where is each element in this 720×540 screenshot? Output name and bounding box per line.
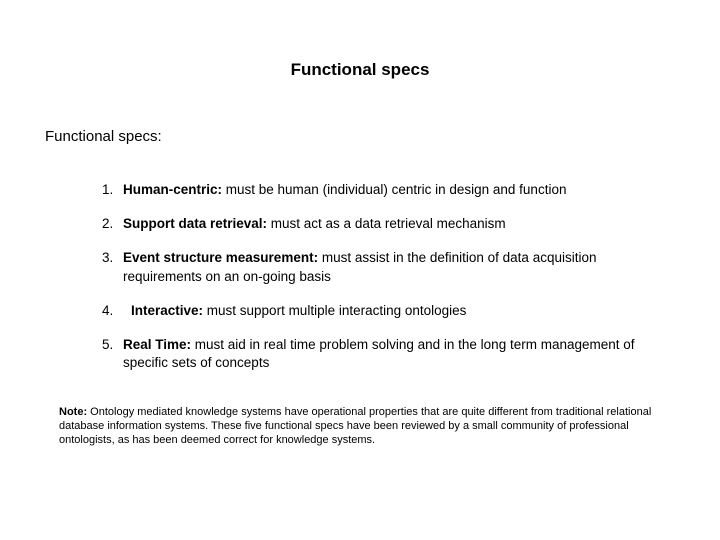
spec-label: Real Time: <box>123 337 191 352</box>
spec-label: Support data retrieval: <box>123 216 267 231</box>
footnote-text: Ontology mediated knowledge systems have… <box>59 406 651 447</box>
spec-label: Event structure measurement: <box>123 250 318 265</box>
spec-text: must act as a data retrieval mechanism <box>267 216 506 231</box>
spec-text: must aid in real time problem solving an… <box>123 337 635 370</box>
footnote-label: Note: <box>59 406 87 418</box>
spec-item-5: Real Time: must aid in real time problem… <box>117 336 675 372</box>
spec-text: must support multiple interacting ontolo… <box>203 303 466 318</box>
spec-item-3: Event structure measurement: must assist… <box>117 249 675 285</box>
spec-item-1: Human-centric: must be human (individual… <box>117 181 675 199</box>
spec-label: Human-centric: <box>123 182 222 197</box>
footnote: Note: Ontology mediated knowledge system… <box>45 405 675 448</box>
spec-label: Interactive: <box>131 303 203 318</box>
section-subtitle: Functional specs: <box>45 128 675 145</box>
spec-item-4: Interactive: must support multiple inter… <box>117 302 675 320</box>
page-title: Functional specs <box>45 60 675 80</box>
spec-item-2: Support data retrieval: must act as a da… <box>117 215 675 233</box>
spec-list: Human-centric: must be human (individual… <box>45 181 675 373</box>
spec-text: must be human (individual) centric in de… <box>222 182 566 197</box>
